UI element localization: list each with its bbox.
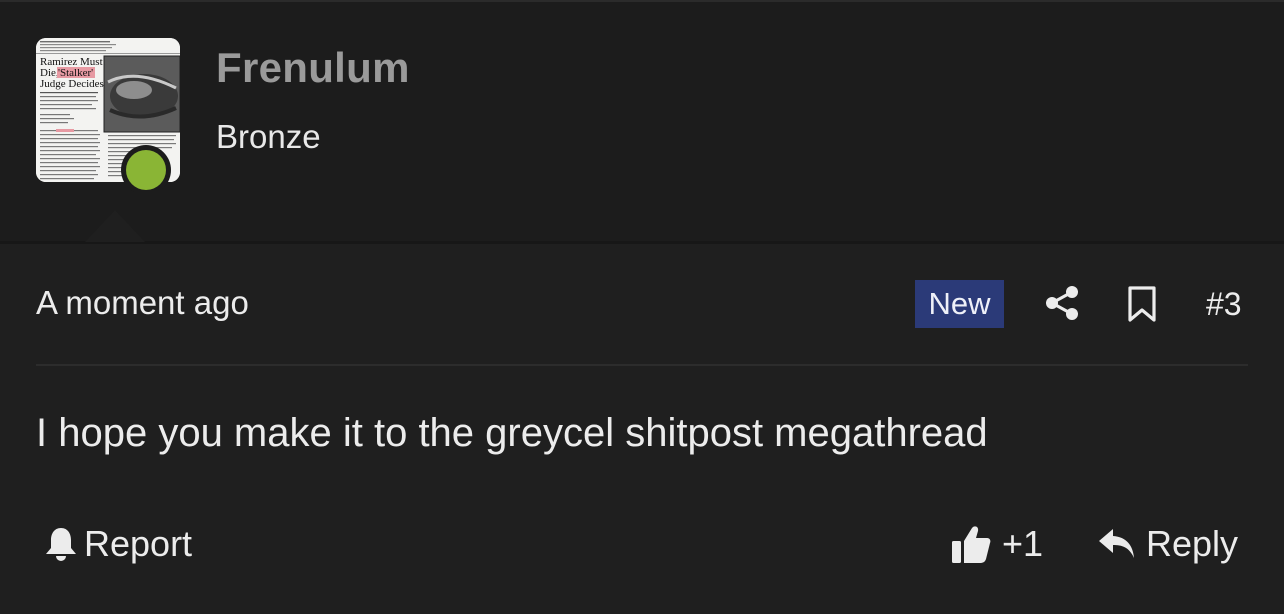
like-count: +1 [1002,523,1044,564]
avatar-headline-line3: Judge Decides [40,78,104,90]
post-timestamp[interactable]: A moment ago [36,284,249,322]
share-icon[interactable] [1044,285,1080,321]
forum-post: Ramirez Must Die, 'Stalker' Judge Decide… [0,0,1284,614]
reply-arrow-icon [1099,529,1134,558]
new-badge: New [915,280,1004,328]
reply-label: Reply [1146,523,1239,564]
header-pointer-arrow [85,210,145,242]
like-button[interactable]: +1 [950,520,1043,568]
post-number-link[interactable]: #3 [1206,286,1242,323]
post-body-text: I hope you make it to the greycel shitpo… [36,411,988,455]
online-status-indicator [121,145,171,195]
report-label: Report [84,523,193,564]
username[interactable]: Frenulum [216,44,410,92]
user-header [0,2,1284,242]
thumbs-up-icon [952,526,991,563]
bell-icon [46,528,76,561]
header-divider [0,241,1284,244]
meta-divider [36,364,1248,366]
user-rank: Bronze [216,118,321,155]
reply-button[interactable]: Reply [1098,520,1238,568]
report-button[interactable]: Report [44,520,192,568]
bookmark-icon[interactable] [1125,285,1159,323]
